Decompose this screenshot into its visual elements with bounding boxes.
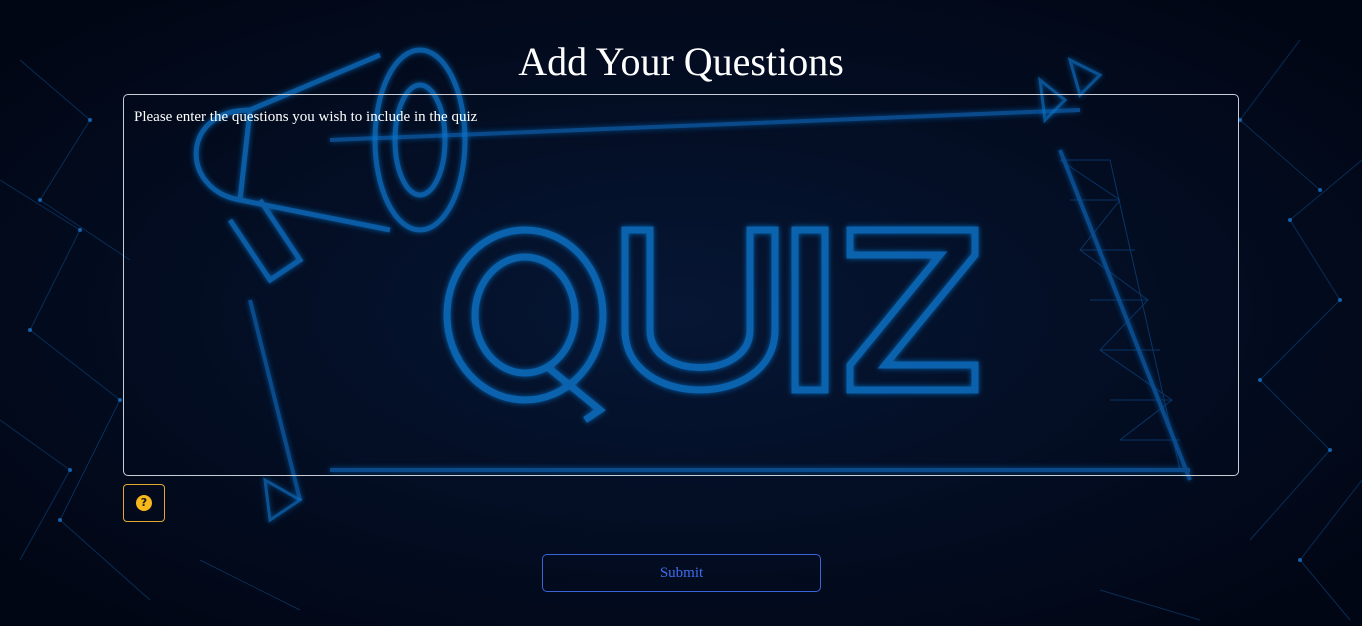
submit-button[interactable]: Submit <box>542 554 821 592</box>
questions-input[interactable] <box>123 94 1239 476</box>
page-content: Add Your Questions ? Submit <box>0 0 1362 626</box>
page-title: Add Your Questions <box>518 39 844 84</box>
question-circle-icon: ? <box>136 495 152 511</box>
help-button[interactable]: ? <box>123 484 165 522</box>
